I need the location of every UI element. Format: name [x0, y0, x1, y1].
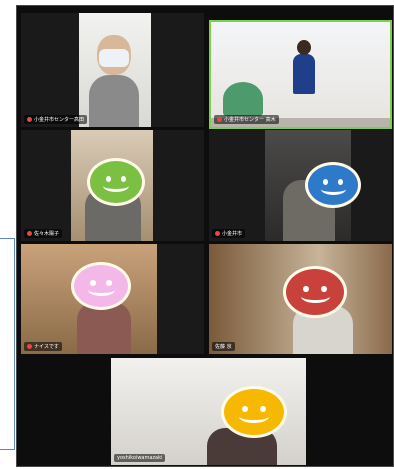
- smiley-face-icon: [221, 386, 287, 438]
- participant-name-text: 小金井市: [222, 231, 243, 237]
- participant-name-text: 佐々木陽子: [34, 231, 60, 237]
- participant-tile[interactable]: 小金井市センター高田: [21, 13, 204, 127]
- mic-muted-icon: [27, 117, 32, 122]
- participant-name-text: ナイスです: [34, 344, 59, 350]
- mic-muted-icon: [27, 344, 32, 349]
- participant-tile[interactable]: 佐々木陽子: [21, 130, 204, 241]
- participant-video: [293, 54, 315, 94]
- left-frame-line: [0, 238, 15, 450]
- participant-name-text: yoshikoiwamazaki: [117, 455, 163, 461]
- participant-tile-active[interactable]: 小金井市センター 高木: [209, 20, 392, 129]
- smiley-face-icon: [283, 266, 347, 318]
- smiley-face-icon: [71, 262, 131, 310]
- mic-muted-icon: [215, 231, 220, 236]
- participant-name: 小金井市センター高田: [24, 115, 88, 124]
- participant-video: [89, 75, 139, 127]
- smiley-face-icon: [87, 158, 145, 206]
- participant-name-text: 佐藤 京: [215, 344, 232, 350]
- participant-name: 佐藤 京: [212, 342, 235, 351]
- participant-name: ナイスです: [24, 342, 62, 351]
- mic-muted-icon: [27, 231, 32, 236]
- video-call-grid: 小金井市センター高田 小金井市センター 高木 佐々木陽子 小金井市 ナイスです …: [16, 5, 394, 467]
- participant-tile[interactable]: yoshikoiwamazaki: [111, 358, 306, 465]
- participant-name-text: 小金井市センター 高木: [224, 117, 276, 123]
- participant-name: 小金井市: [212, 229, 246, 238]
- mic-muted-icon: [217, 117, 222, 122]
- participant-name-text: 小金井市センター高田: [34, 117, 85, 123]
- participant-tile[interactable]: 小金井市: [209, 130, 392, 241]
- participant-tile[interactable]: ナイスです: [21, 244, 204, 354]
- participant-name: 小金井市センター 高木: [214, 115, 279, 124]
- participant-name: 佐々木陽子: [24, 229, 63, 238]
- participant-name: yoshikoiwamazaki: [114, 454, 166, 462]
- participant-tile[interactable]: 佐藤 京: [209, 244, 392, 354]
- smiley-face-icon: [305, 162, 361, 208]
